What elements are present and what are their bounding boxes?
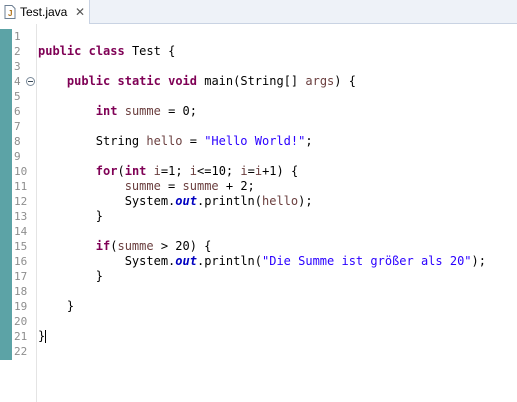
code-line[interactable]: 11 summe = summe + 2; — [0, 179, 517, 194]
code-text[interactable]: if(summe > 20) { — [38, 239, 212, 254]
line-number: 1 — [14, 30, 21, 43]
code-line[interactable]: 13 } — [0, 209, 517, 224]
code-text[interactable]: } — [38, 209, 103, 224]
line-number: 19 — [14, 300, 28, 313]
line-number: 22 — [14, 345, 28, 358]
line-number: 11 — [14, 180, 28, 193]
code-line[interactable]: 17 } — [0, 269, 517, 284]
line-number: 13 — [14, 210, 28, 223]
code-line[interactable]: 10 for(int i=1; i<=10; i=i+1) { — [0, 164, 517, 179]
svg-text:J: J — [8, 9, 12, 18]
line-number: 3 — [14, 60, 21, 73]
code-line[interactable]: 22 — [0, 344, 517, 359]
line-number: 5 — [14, 90, 21, 103]
code-line[interactable]: 4 public static void main(String[] args)… — [0, 74, 517, 89]
java-file-icon: J — [4, 5, 16, 19]
code-line[interactable]: 21} — [0, 329, 517, 344]
code-line[interactable]: 6 int summe = 0; — [0, 104, 517, 119]
line-number: 6 — [14, 105, 21, 118]
line-number: 18 — [14, 285, 28, 298]
code-text[interactable]: } — [38, 329, 47, 344]
fold-collapse-icon[interactable] — [26, 77, 35, 86]
line-number: 17 — [14, 270, 28, 283]
code-line[interactable]: 8 String hello = "Hello World!"; — [0, 134, 517, 149]
line-number: 9 — [14, 150, 21, 163]
line-number: 20 — [14, 315, 28, 328]
code-text[interactable]: System.out.println(hello); — [38, 194, 313, 209]
code-line[interactable]: 7 — [0, 119, 517, 134]
code-line[interactable]: 19 } — [0, 299, 517, 314]
code-line[interactable]: 12 System.out.println(hello); — [0, 194, 517, 209]
tab-title: Test.java — [20, 5, 68, 19]
code-text[interactable]: System.out.println("Die Summe ist größer… — [38, 254, 486, 269]
code-line[interactable]: 9 — [0, 149, 517, 164]
close-icon[interactable]: ✕ — [75, 5, 85, 19]
code-text[interactable]: for(int i=1; i<=10; i=i+1) { — [38, 164, 298, 179]
line-number: 8 — [14, 135, 21, 148]
code-text[interactable]: public class Test { — [38, 44, 175, 59]
code-line[interactable]: 5 — [0, 89, 517, 104]
code-text[interactable]: } — [38, 269, 103, 284]
text-cursor — [45, 330, 47, 343]
code-line[interactable]: 15 if(summe > 20) { — [0, 239, 517, 254]
code-text[interactable]: summe = summe + 2; — [38, 179, 255, 194]
code-editor[interactable]: 1 2 public class Test {3 4 public static vo… — [0, 24, 517, 402]
line-number: 15 — [14, 240, 28, 253]
tab-test-java[interactable]: J Test.java ✕ — [0, 0, 90, 24]
line-number: 2 — [14, 45, 21, 58]
code-line[interactable]: 2 public class Test { — [0, 44, 517, 59]
code-line[interactable]: 14 — [0, 224, 517, 239]
line-number: 16 — [14, 255, 28, 268]
code-line[interactable]: 3 — [0, 59, 517, 74]
code-text[interactable]: int summe = 0; — [38, 104, 197, 119]
code-text[interactable]: public static void main(String[] args) { — [38, 74, 356, 89]
code-line[interactable]: 16 System.out.println("Die Summe ist grö… — [0, 254, 517, 269]
line-number: 10 — [14, 165, 28, 178]
code-text[interactable]: String hello = "Hello World!"; — [38, 134, 313, 149]
line-number: 14 — [14, 225, 28, 238]
code-line[interactable]: 20 — [0, 314, 517, 329]
code-text[interactable]: } — [38, 299, 74, 314]
code-line[interactable]: 18 — [0, 284, 517, 299]
editor-tab-bar: J Test.java ✕ — [0, 0, 517, 24]
line-number: 7 — [14, 120, 21, 133]
code-line[interactable]: 1 — [0, 29, 517, 44]
line-number: 12 — [14, 195, 28, 208]
line-number: 21 — [14, 330, 28, 343]
